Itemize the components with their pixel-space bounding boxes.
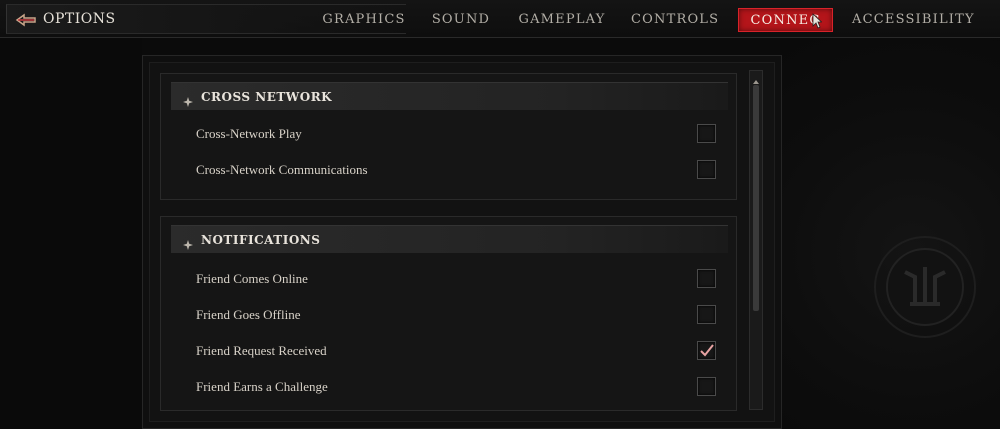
tab-controls[interactable]: CONTROLS [631,8,719,32]
setting-row-cross-network-play[interactable]: Cross-Network Play [161,116,736,152]
checkbox-checked[interactable] [697,341,716,360]
checkbox[interactable] [697,269,716,288]
checkbox[interactable] [697,160,716,179]
scroll-up-arrow-icon[interactable] [751,72,761,84]
checkbox[interactable] [697,124,716,143]
emblem-icon [870,232,980,342]
section-cross-network: CROSS NETWORK Cross-Network Play Cross-N… [160,73,737,200]
cursor-icon [812,13,823,29]
section-title: CROSS NETWORK [201,89,333,104]
section-title: NOTIFICATIONS [201,232,321,247]
diamond-icon [183,235,193,250]
setting-label: Friend Request Received [196,343,327,358]
section-notifications: NOTIFICATIONS Friend Comes Online Friend… [160,216,737,411]
scroll-thumb[interactable] [753,85,759,311]
section-header: CROSS NETWORK [171,82,728,110]
section-header: NOTIFICATIONS [171,225,728,253]
settings-tabs: GRAPHICS SOUND GAMEPLAY CONTROLS CONNEC … [0,8,1000,32]
checkbox[interactable] [697,377,716,396]
setting-row-friend-comes-online[interactable]: Friend Comes Online [161,261,736,297]
top-bar: OPTIONS GRAPHICS SOUND GAMEPLAY CONTROLS… [0,0,1000,38]
tab-connectivity-label: CONNEC [750,13,821,28]
setting-label: Cross-Network Communications [196,162,368,177]
setting-label: Friend Goes Offline [196,307,301,322]
scrollbar[interactable] [749,70,763,410]
tab-connectivity[interactable]: CONNEC [738,8,833,32]
tab-graphics[interactable]: GRAPHICS [322,8,406,32]
setting-label: Friend Comes Online [196,271,308,286]
setting-label: Friend Earns a Challenge [196,379,328,394]
setting-label: Cross-Network Play [196,126,302,141]
diamond-icon [183,92,193,107]
tab-gameplay[interactable]: GAMEPLAY [516,8,608,32]
setting-row-cross-network-communications[interactable]: Cross-Network Communications [161,152,736,188]
background-left [0,38,142,429]
tab-sound[interactable]: SOUND [429,8,493,32]
tab-accessibility[interactable]: ACCESSIBILITY [852,8,974,32]
checkmark-icon [699,343,715,359]
setting-row-friend-goes-offline[interactable]: Friend Goes Offline [161,297,736,333]
checkbox[interactable] [697,305,716,324]
setting-row-friend-request-received[interactable]: Friend Request Received [161,333,736,369]
setting-row-friend-earns-challenge[interactable]: Friend Earns a Challenge [161,369,736,405]
